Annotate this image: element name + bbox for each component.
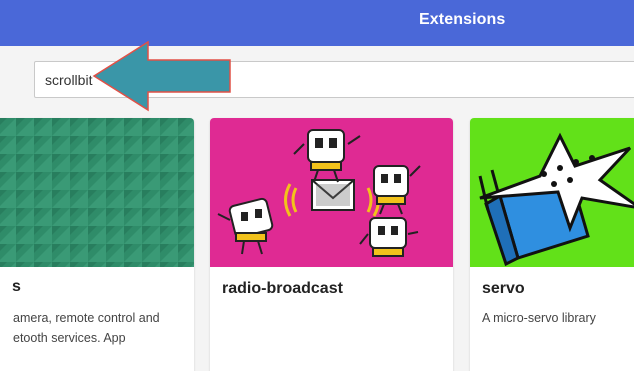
extension-card-description: A micro-servo library: [482, 311, 596, 325]
tutorial-arrow-icon: [92, 40, 231, 112]
extension-card-title: radio-broadcast: [222, 280, 343, 297]
extensions-page: Extensions s amera, remote control and e…: [0, 0, 634, 371]
radio-broadcast-illustration: [210, 118, 453, 267]
extension-card-image: [210, 118, 453, 267]
extension-card-title: servo: [482, 280, 525, 297]
triangle-pattern-image: [0, 118, 194, 267]
header-title: Extensions: [419, 11, 506, 28]
extension-card-servo[interactable]: servo A micro-servo library: [470, 118, 634, 371]
extension-card-description: amera, remote control and etooth service…: [13, 308, 194, 348]
extension-card[interactable]: s amera, remote control and etooth servi…: [0, 118, 194, 371]
extension-card-image: [0, 118, 194, 267]
envelope-icon: [311, 179, 355, 211]
description-line: etooth services. App: [13, 331, 126, 345]
extension-card-image: [470, 118, 634, 267]
servo-illustration: [470, 118, 634, 267]
extension-card-title: s: [12, 278, 21, 295]
description-line: amera, remote control and: [13, 311, 160, 325]
extension-card-radio-broadcast[interactable]: radio-broadcast: [210, 118, 453, 371]
